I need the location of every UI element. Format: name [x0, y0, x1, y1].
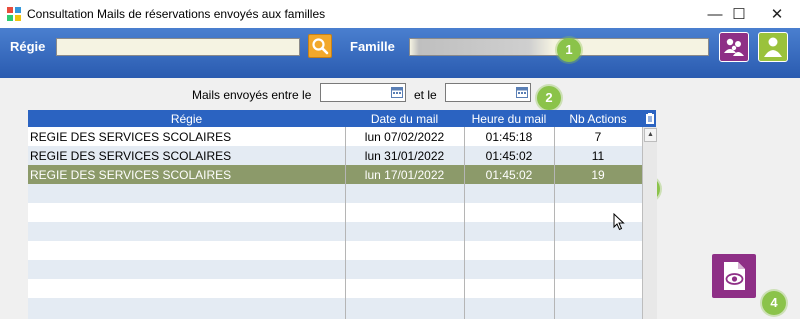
cell-date: lun 17/01/2022	[364, 168, 445, 182]
cell-heure: 01:45:02	[485, 168, 533, 182]
cell-heure: 01:45:18	[485, 130, 533, 144]
cell-nb-actions: 19	[591, 168, 605, 182]
person-icon	[764, 37, 782, 57]
family-button[interactable]	[719, 32, 749, 62]
column-settings-icon[interactable]	[645, 113, 655, 124]
view-document-button[interactable]	[712, 254, 756, 298]
title-bar: Consultation Mails de réservations envoy…	[0, 0, 800, 28]
cell-date: lun 31/01/2022	[364, 149, 445, 163]
regie-input[interactable]	[56, 38, 300, 56]
mouse-cursor-icon	[613, 213, 625, 231]
table-row[interactable]: REGIE DES SERVICES SCOLAIRES lun 31/01/2…	[28, 146, 642, 165]
cell-nb-actions: 7	[594, 130, 602, 144]
vertical-scrollbar[interactable]: ▲	[642, 127, 657, 319]
person-button[interactable]	[758, 32, 788, 62]
cell-regie: REGIE DES SERVICES SCOLAIRES	[30, 130, 232, 144]
table-header: Régie Date du mail Heure du mail Nb Acti…	[28, 110, 656, 127]
sent-between-label: Mails envoyés entre le	[192, 88, 312, 102]
cell-regie: REGIE DES SERVICES SCOLAIRES	[30, 168, 232, 182]
cell-nb-actions: 11	[591, 149, 605, 163]
column-divider	[464, 127, 465, 319]
window-title: Consultation Mails de réservations envoy…	[27, 7, 326, 21]
search-icon	[312, 38, 329, 55]
table-row[interactable]: REGIE DES SERVICES SCOLAIRES lun 07/02/2…	[28, 127, 642, 146]
cell-regie: REGIE DES SERVICES SCOLAIRES	[30, 149, 232, 163]
empty-row	[28, 203, 642, 222]
empty-row	[28, 260, 642, 279]
search-header: Régie Famille	[0, 28, 800, 78]
family-icon	[724, 38, 744, 56]
empty-row	[28, 222, 642, 241]
close-button[interactable]: ✕	[754, 0, 800, 28]
empty-row	[28, 279, 642, 298]
column-header-nb-actions[interactable]: Nb Actions	[554, 112, 642, 126]
date-from-input[interactable]	[320, 83, 406, 102]
search-button[interactable]	[308, 34, 332, 58]
calendar-icon[interactable]	[391, 86, 403, 98]
regie-label: Régie	[10, 39, 46, 54]
annotation-badge-2: 2	[537, 86, 561, 110]
empty-row	[28, 298, 642, 319]
scroll-up-button[interactable]: ▲	[644, 128, 657, 142]
column-header-heure[interactable]: Heure du mail	[464, 112, 554, 126]
column-header-date[interactable]: Date du mail	[345, 112, 464, 126]
calendar-icon[interactable]	[516, 86, 528, 98]
empty-row	[28, 241, 642, 260]
annotation-badge-1: 1	[557, 38, 581, 62]
famille-label: Famille	[350, 39, 395, 54]
column-divider	[554, 127, 555, 319]
view-document-icon	[724, 262, 745, 290]
annotation-badge-4: 4	[762, 291, 786, 315]
mails-table: Régie Date du mail Heure du mail Nb Acti…	[28, 110, 657, 319]
column-header-regie[interactable]: Régie	[28, 112, 345, 126]
empty-row	[28, 184, 642, 203]
date-to-input[interactable]	[445, 83, 531, 102]
app-icon	[7, 7, 21, 21]
cell-heure: 01:45:02	[485, 149, 533, 163]
table-row-selected[interactable]: REGIE DES SERVICES SCOLAIRES lun 17/01/2…	[28, 165, 642, 184]
column-divider	[345, 127, 346, 319]
and-label: et le	[414, 88, 437, 102]
cell-date: lun 07/02/2022	[364, 130, 445, 144]
